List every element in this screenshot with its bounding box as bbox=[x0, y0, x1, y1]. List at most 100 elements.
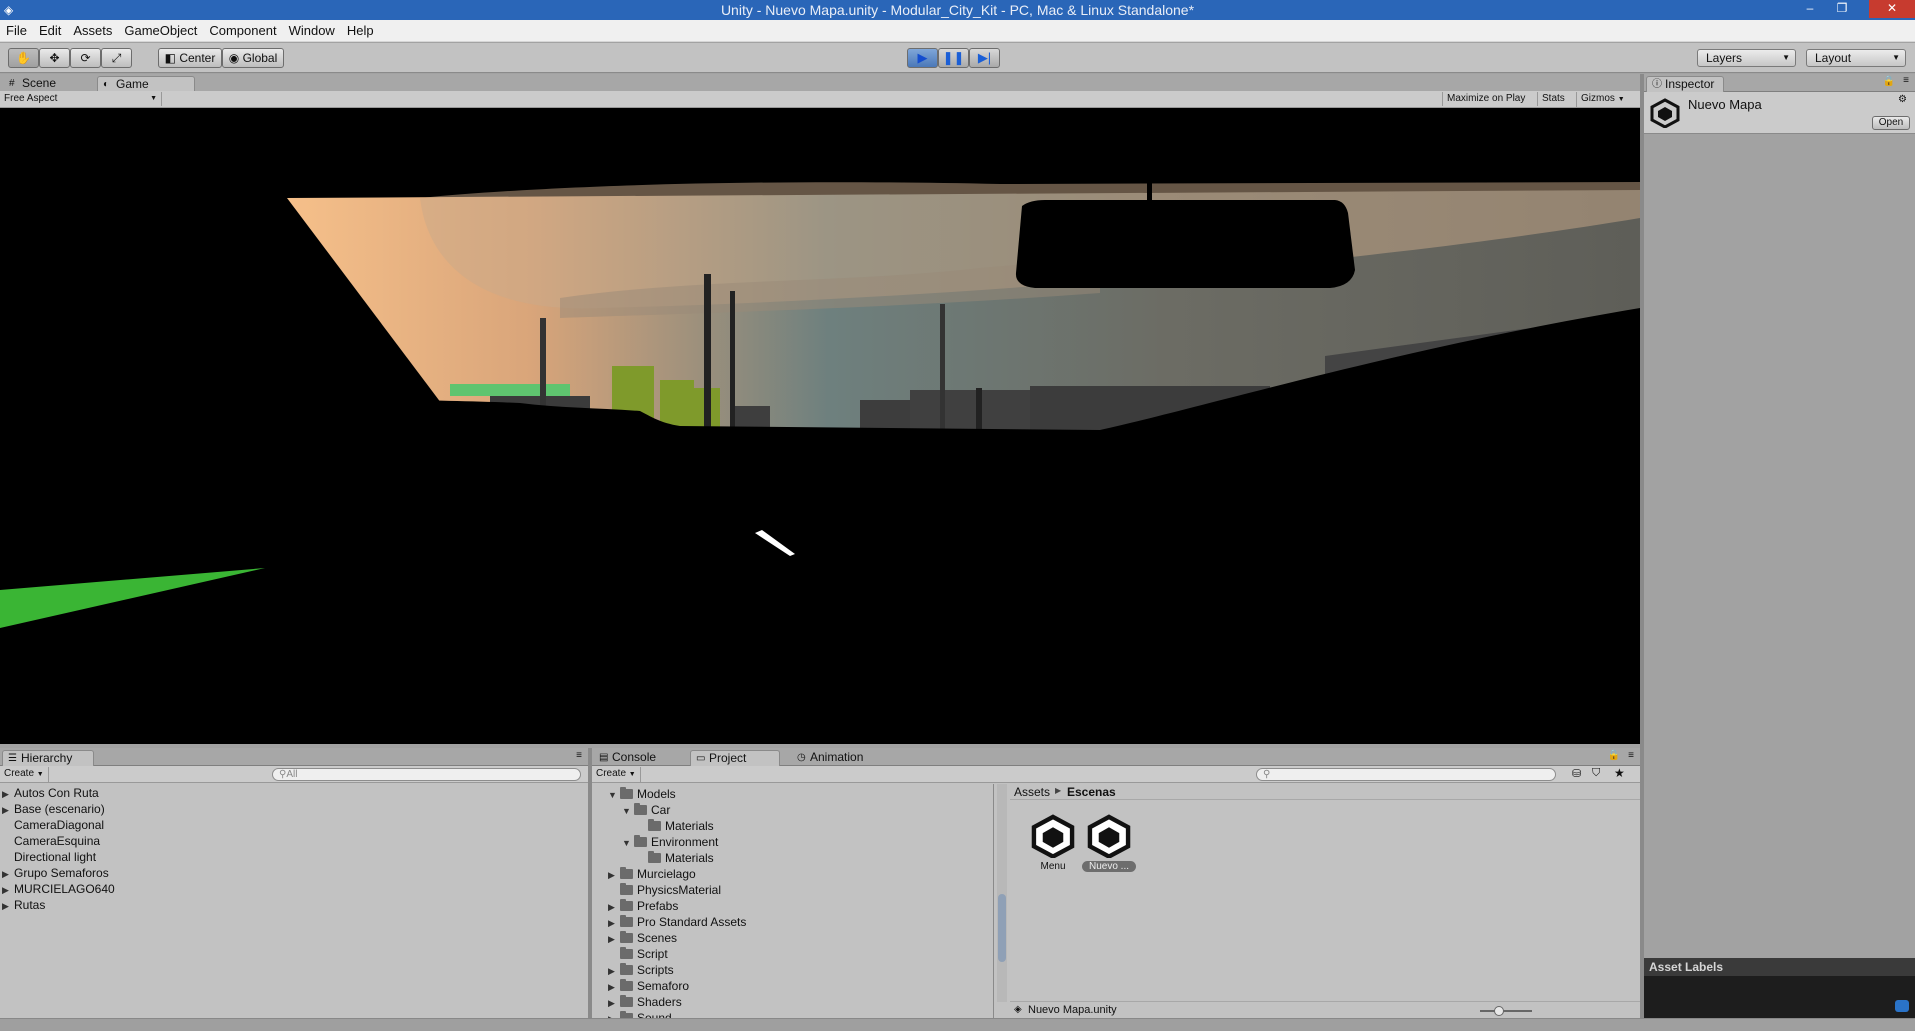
aspect-dropdown[interactable]: Free Aspect ▼ bbox=[0, 92, 162, 106]
expand-arrow-icon[interactable]: ▶ bbox=[2, 882, 14, 898]
folder-icon bbox=[634, 835, 647, 847]
expand-arrow-icon[interactable]: ▼ bbox=[608, 787, 620, 803]
pivot-global-button[interactable]: ◉ Global bbox=[222, 48, 284, 68]
favorite-star-icon[interactable]: ★ bbox=[1614, 766, 1625, 780]
expand-arrow-icon[interactable]: ▶ bbox=[608, 963, 620, 979]
hierarchy-item[interactable]: ▶ Grupo Semaforos bbox=[2, 865, 109, 881]
open-button[interactable]: Open bbox=[1872, 116, 1910, 130]
lock-icon[interactable]: 🔒 bbox=[1883, 76, 1895, 87]
hierarchy-item[interactable]: ▶ Rutas bbox=[2, 897, 45, 913]
filter-label-icon[interactable]: ⛉ bbox=[1592, 767, 1600, 780]
panel-menu-icon[interactable]: ≡ bbox=[1628, 750, 1634, 761]
tag-icon[interactable] bbox=[1895, 1000, 1909, 1012]
project-folder-item[interactable]: ▶ Sound bbox=[608, 1010, 672, 1018]
panel-menu-icon[interactable]: ≡ bbox=[576, 750, 582, 761]
tab-inspector[interactable]: ⓘ Inspector bbox=[1646, 76, 1724, 92]
play-button[interactable]: ▶ bbox=[907, 48, 938, 68]
expand-arrow-icon[interactable]: ▼ bbox=[622, 835, 634, 851]
project-create-dropdown[interactable]: Create ▼ bbox=[592, 767, 641, 782]
pause-button[interactable]: ❚❚ bbox=[938, 48, 969, 68]
project-folder-item[interactable]: Materials bbox=[636, 850, 714, 866]
project-folder-item[interactable]: Script bbox=[608, 946, 668, 962]
rotate-tool-icon[interactable]: ⟳ bbox=[70, 48, 101, 68]
expand-arrow-icon[interactable]: ▶ bbox=[2, 866, 14, 882]
tab-console[interactable]: ▤ Console bbox=[594, 750, 674, 766]
project-folder-item[interactable]: Materials bbox=[636, 818, 714, 834]
project-folder-item[interactable]: ▶ Semaforo bbox=[608, 978, 689, 994]
expand-arrow-icon[interactable]: ▶ bbox=[608, 867, 620, 883]
project-folder-item[interactable]: ▶ Scenes bbox=[608, 930, 677, 946]
tree-scrollbar-thumb[interactable] bbox=[998, 894, 1006, 962]
project-folder-item[interactable]: ▶ Pro Standard Assets bbox=[608, 914, 746, 930]
menu-file[interactable]: File bbox=[0, 20, 33, 38]
stats-toggle[interactable]: Stats bbox=[1537, 92, 1569, 106]
asset-item-nuevo-mapa[interactable]: Nuevo ... bbox=[1080, 814, 1138, 878]
filter-type-icon[interactable]: ⛁ bbox=[1572, 767, 1581, 780]
project-folder-item[interactable]: ▼ Car bbox=[622, 802, 670, 818]
layout-dropdown[interactable]: Layout ▼ bbox=[1806, 49, 1906, 67]
tab-scene[interactable]: # Scene bbox=[4, 76, 94, 92]
settings-gear-icon[interactable]: ⚙ bbox=[1898, 94, 1907, 105]
hierarchy-item[interactable]: CameraEsquina bbox=[2, 833, 100, 849]
chevron-down-icon: ▼ bbox=[628, 771, 636, 778]
expand-arrow-icon[interactable]: ▶ bbox=[2, 802, 14, 818]
move-tool-icon[interactable]: ✥ bbox=[39, 48, 70, 68]
close-icon[interactable]: ✕ bbox=[1869, 0, 1915, 18]
tab-project[interactable]: ▭ Project bbox=[690, 750, 780, 766]
minimize-icon[interactable]: – bbox=[1797, 0, 1823, 18]
lock-icon[interactable]: 🔒 bbox=[1608, 750, 1620, 761]
hierarchy-item[interactable]: ▶ Base (escenario) bbox=[2, 801, 105, 817]
tab-hierarchy[interactable]: ☰ Hierarchy bbox=[2, 750, 94, 766]
project-search-input[interactable]: ⚲ bbox=[1256, 768, 1556, 781]
project-folder-item[interactable]: ▶ Shaders bbox=[608, 994, 682, 1010]
panel-divider[interactable] bbox=[1640, 74, 1644, 1018]
project-folder-item[interactable]: ▶ Murcielago bbox=[608, 866, 696, 882]
hierarchy-item[interactable]: ▶ Autos Con Ruta bbox=[2, 785, 99, 801]
layers-label: Layers bbox=[1706, 51, 1743, 65]
step-button[interactable]: ▶| bbox=[969, 48, 1000, 68]
tab-animation[interactable]: ◷ Animation bbox=[792, 750, 882, 766]
tree-scrollbar[interactable] bbox=[997, 784, 1007, 1002]
menu-window[interactable]: Window bbox=[283, 20, 341, 38]
expand-arrow-icon[interactable]: ▶ bbox=[608, 931, 620, 947]
project-folder-item[interactable]: ▼ Environment bbox=[622, 834, 718, 850]
asset-item-menu[interactable]: Menu bbox=[1028, 814, 1078, 878]
menu-edit[interactable]: Edit bbox=[33, 20, 67, 38]
panel-menu-icon[interactable]: ≡ bbox=[1903, 75, 1909, 86]
expand-arrow-icon[interactable]: ▶ bbox=[2, 898, 14, 914]
menu-gameobject[interactable]: GameObject bbox=[118, 20, 203, 38]
hierarchy-item[interactable]: CameraDiagonal bbox=[2, 817, 104, 833]
expand-arrow-icon[interactable]: ▶ bbox=[608, 1011, 620, 1018]
pivot-center-button[interactable]: ◧ Center bbox=[158, 48, 222, 68]
hierarchy-item[interactable]: ▶ MURCIELAGO640 bbox=[2, 881, 115, 897]
game-view[interactable] bbox=[0, 108, 1640, 744]
expand-arrow-icon[interactable]: ▶ bbox=[608, 979, 620, 995]
breadcrumb-root[interactable]: Assets bbox=[1014, 785, 1050, 799]
expand-arrow-icon[interactable]: ▶ bbox=[608, 899, 620, 915]
expand-arrow-icon[interactable]: ▶ bbox=[2, 786, 14, 802]
hierarchy-item[interactable]: Directional light bbox=[2, 849, 96, 865]
maximize-on-play-toggle[interactable]: Maximize on Play bbox=[1442, 92, 1529, 106]
gizmos-dropdown[interactable]: Gizmos ▼ bbox=[1576, 92, 1629, 107]
tab-game[interactable]: ◐ Game bbox=[97, 76, 195, 92]
expand-arrow-icon[interactable]: ▶ bbox=[608, 995, 620, 1011]
restore-icon[interactable]: ❐ bbox=[1829, 0, 1855, 18]
hierarchy-search-input[interactable]: ⚲All bbox=[272, 768, 581, 781]
menu-component[interactable]: Component bbox=[203, 20, 282, 38]
menu-help[interactable]: Help bbox=[341, 20, 380, 38]
layers-dropdown[interactable]: Layers ▼ bbox=[1697, 49, 1796, 67]
scale-tool-icon[interactable]: ⤢ bbox=[101, 48, 132, 68]
project-folder-item[interactable]: ▶ Prefabs bbox=[608, 898, 678, 914]
project-folder-item[interactable]: ▶ Scripts bbox=[608, 962, 674, 978]
icon-size-slider[interactable] bbox=[1480, 1006, 1532, 1016]
expand-arrow-icon[interactable]: ▶ bbox=[608, 915, 620, 931]
hierarchy-create-dropdown[interactable]: Create ▼ bbox=[0, 767, 49, 782]
icon-size-slider-thumb[interactable] bbox=[1494, 1006, 1504, 1016]
project-folder-item[interactable]: ▼ Models bbox=[608, 786, 676, 802]
hand-tool-icon[interactable]: ✋ bbox=[8, 48, 39, 68]
asset-item-label: Menu bbox=[1040, 861, 1066, 872]
project-folder-item[interactable]: PhysicsMaterial bbox=[608, 882, 721, 898]
expand-arrow-icon[interactable]: ▼ bbox=[622, 803, 634, 819]
menu-assets[interactable]: Assets bbox=[67, 20, 118, 38]
breadcrumb-current[interactable]: Escenas bbox=[1067, 785, 1116, 799]
